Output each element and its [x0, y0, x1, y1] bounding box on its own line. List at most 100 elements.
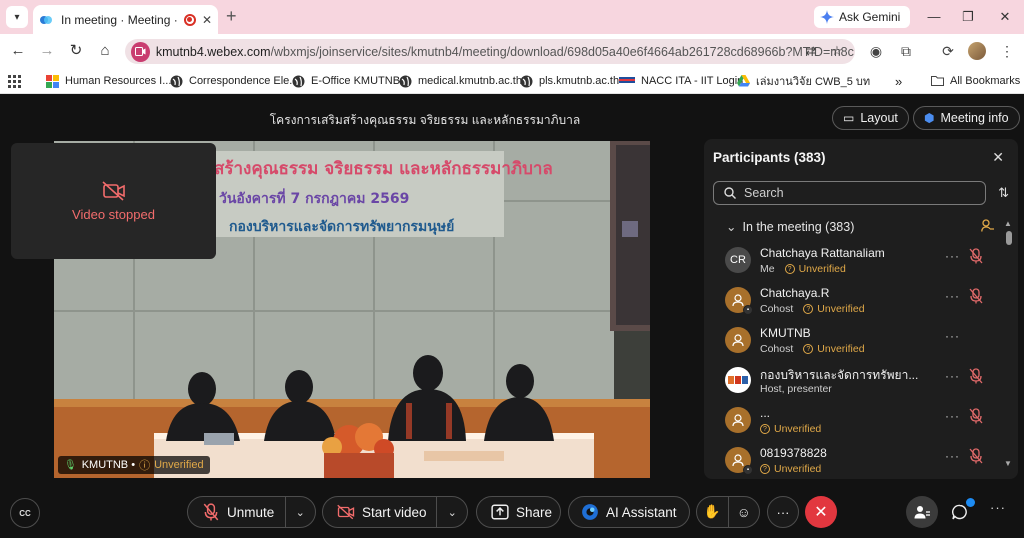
bookmark-research-drive[interactable]: เล่มงานวิจัย CWB_5 บท	[737, 73, 870, 89]
site-info-icon[interactable]	[131, 41, 150, 62]
apps-grid-icon[interactable]	[8, 73, 21, 89]
chevron-down-icon: ⌄	[726, 220, 737, 234]
bookmark-nacc-ita[interactable]: NACC ITA - IIT Login	[619, 73, 743, 89]
participants-scrollbar[interactable]: ▲ ▼	[1004, 219, 1012, 469]
speaker-unverified-icon: ⓘ	[139, 460, 151, 472]
closed-captions-button[interactable]: CC	[10, 498, 40, 528]
participant-avatar: CR	[725, 247, 751, 273]
sync-icon[interactable]: ⟳	[938, 41, 958, 61]
mic-off-icon[interactable]	[969, 368, 983, 384]
bookmark-label: เล่มงานวิจัย CWB_5 บท	[756, 76, 871, 88]
mic-off-icon[interactable]	[969, 408, 983, 424]
translate-icon[interactable]: ⇄	[802, 42, 820, 60]
audio-options-chevron-icon[interactable]: ⌄	[286, 506, 315, 519]
browser-menu-icon[interactable]: ⋮	[997, 41, 1017, 61]
ai-assistant-button[interactable]: AI Assistant	[568, 496, 690, 528]
mic-off-icon[interactable]	[969, 248, 983, 264]
bookmark-label: medical.kmutnb.ac.th	[418, 75, 522, 87]
ask-gemini-label: Ask Gemini	[839, 10, 901, 24]
tab-close-icon[interactable]: ✕	[202, 13, 212, 27]
all-bookmarks-button[interactable]: All Bookmarks	[931, 73, 1020, 89]
reactions-control: ✋ ☺	[696, 496, 760, 528]
bookmark-eoffice[interactable]: E-Office KMUTNB	[292, 73, 400, 89]
share-icon	[491, 504, 509, 520]
panel-more-icon[interactable]: ···	[984, 500, 1012, 524]
tab-search-button[interactable]: ▾	[6, 6, 28, 28]
bookmark-medical[interactable]: medical.kmutnb.ac.th	[399, 73, 522, 89]
bookmark-star-icon[interactable]: ☆	[828, 42, 846, 60]
mic-off-icon[interactable]	[969, 448, 983, 464]
search-input[interactable]	[744, 186, 964, 200]
reactions-button[interactable]: ☺	[729, 505, 760, 520]
participant-more-icon[interactable]: ···	[945, 249, 960, 263]
participant-search[interactable]	[713, 181, 986, 205]
leave-meeting-button[interactable]: ✕	[805, 496, 837, 528]
participant-role: Cohost	[760, 343, 794, 355]
bookmark-label: pls.kmutnb.ac.th	[539, 75, 620, 87]
more-options-button[interactable]: ···	[767, 496, 799, 528]
scroll-up-icon[interactable]: ▲	[1004, 219, 1012, 228]
meeting-info-button[interactable]: ⬢ Meeting info	[913, 106, 1020, 130]
scroll-thumb[interactable]	[1006, 231, 1012, 245]
participants-button[interactable]	[906, 496, 938, 528]
people-icon	[914, 506, 930, 519]
waiting-person-icon[interactable]	[981, 219, 994, 235]
forward-arrow-icon[interactable]: →	[37, 41, 57, 61]
more-bookmarks-button[interactable]: »	[895, 73, 902, 89]
all-bookmarks-label: All Bookmarks	[950, 75, 1021, 87]
unverified-icon: ?	[760, 464, 770, 474]
share-button[interactable]: Share	[476, 496, 561, 528]
raise-hand-button[interactable]: ✋	[697, 504, 728, 520]
participant-role-line: ? Unverified	[760, 423, 821, 435]
extensions-icon[interactable]: ⧉	[896, 41, 916, 61]
participant-more-icon[interactable]: ···	[945, 449, 960, 463]
active-tab[interactable]: In meeting · Meeting · Webex ✕	[33, 5, 218, 34]
participant-row[interactable]: ... ? Unverified ···	[704, 404, 1004, 444]
sort-icon[interactable]: ⇅	[998, 185, 1009, 201]
home-icon[interactable]: ⌂	[95, 41, 115, 61]
globe-icon	[520, 75, 533, 88]
scroll-down-icon[interactable]: ▼	[1004, 459, 1012, 468]
video-options-chevron-icon[interactable]: ⌄	[437, 506, 467, 519]
minimize-icon[interactable]: —	[924, 7, 944, 27]
participant-more-icon[interactable]: ···	[945, 289, 960, 303]
layout-button[interactable]: ▭ Layout	[832, 106, 909, 130]
participant-more-icon[interactable]: ···	[945, 369, 960, 383]
banner-line1: สร้างคุณธรรม จริยธรรม และหลักธรรมาภิบาล	[214, 159, 553, 179]
participant-role-line: Me ? Unverified	[760, 263, 846, 275]
camera-icon[interactable]: ◉	[866, 41, 886, 61]
unmute-label: Unmute	[227, 504, 275, 520]
bookmark-correspondence[interactable]: Correspondence Ele...	[170, 73, 298, 89]
close-panel-icon[interactable]: ✕	[992, 149, 1004, 166]
in-meeting-section[interactable]: ⌄ In the meeting (383)	[726, 219, 854, 234]
participant-more-icon[interactable]: ···	[945, 329, 960, 343]
participant-row[interactable]: ▪ 0819378828 ? Unverified ···	[704, 444, 1004, 479]
participant-row[interactable]: KMUTNB Cohost ? Unverified ···	[704, 324, 1004, 364]
bookmark-pls[interactable]: pls.kmutnb.ac.th	[520, 73, 619, 89]
layout-icon: ▭	[843, 111, 855, 125]
participant-name: KMUTNB	[760, 326, 811, 340]
window-close-icon[interactable]: ✕	[995, 7, 1015, 27]
address-bar[interactable]: kmutnb4.webex.com/wbxmjs/joinservice/sit…	[125, 39, 855, 64]
participant-row[interactable]: กองบริหารและจัดการทรัพยา... Host, presen…	[704, 364, 1004, 404]
participant-row[interactable]: ▪ Chatchaya.R Cohost ? Unverified ···	[704, 284, 1004, 324]
self-video-tile[interactable]: Video stopped	[11, 143, 216, 259]
meeting-title: โครงการเสริมสร้างคุณธรรม จริยธรรม และหลั…	[269, 113, 581, 127]
participant-more-icon[interactable]: ···	[945, 409, 960, 423]
participant-status: Unverified	[798, 263, 846, 275]
ask-gemini-button[interactable]: Ask Gemini	[814, 6, 911, 28]
banner-line2: วันอังคารที่ 7 กรกฎาคม 2569	[219, 188, 409, 207]
start-video-label: Start video	[362, 504, 427, 520]
participant-row[interactable]: CR Chatchaya Rattanaliam Me ? Unverified …	[704, 244, 1004, 284]
back-arrow-icon[interactable]: ←	[8, 41, 28, 61]
reload-icon[interactable]: ↻	[66, 41, 86, 61]
mic-off-icon[interactable]	[969, 288, 983, 304]
video-off-icon	[337, 504, 355, 520]
restore-icon[interactable]: ❐	[958, 7, 978, 27]
raise-hand-icon: ✋	[703, 504, 721, 519]
unmute-button[interactable]: Unmute	[188, 496, 285, 528]
bookmark-human-resources[interactable]: Human Resources I...	[46, 73, 171, 89]
start-video-button[interactable]: Start video	[323, 496, 436, 528]
new-tab-button[interactable]: +	[226, 6, 237, 27]
profile-avatar[interactable]	[968, 42, 986, 60]
